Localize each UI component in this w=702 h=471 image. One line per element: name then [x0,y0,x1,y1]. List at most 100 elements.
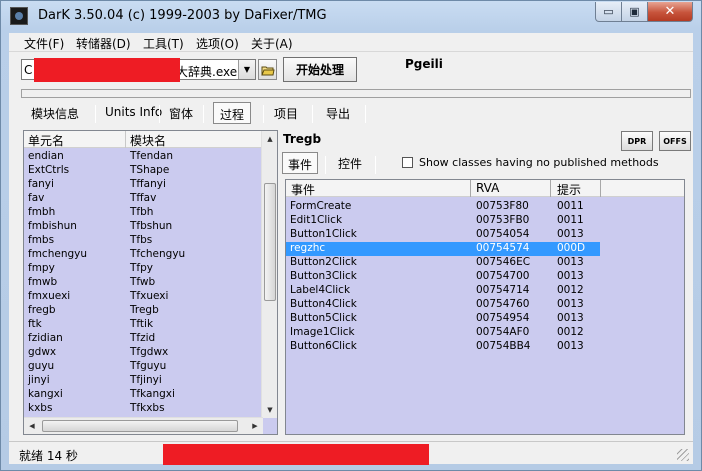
list-item[interactable]: fzidian Tfzid [24,332,263,346]
list-item[interactable]: guyu Tfguyu [24,360,263,374]
maximize-button[interactable]: ▣ [622,2,648,22]
column-divider [600,180,601,197]
scroll-thumb[interactable] [264,183,276,301]
app-window: DarK 3.50.04 (c) 1999-2003 by DaFixer/TM… [0,0,702,471]
unit-name: fmbishun [28,220,77,232]
list-item[interactable]: fmpy Tfpy [24,262,263,276]
table-row[interactable]: Image1Click 00754AF0 0012 [286,326,684,340]
close-button[interactable]: ✕ [648,2,693,22]
scroll-down-icon[interactable]: ▼ [262,402,277,418]
vertical-scrollbar[interactable]: ▲ ▼ [261,131,277,418]
unit-name: fav [28,192,45,204]
list-item[interactable]: fanyi Tffanyi [24,178,263,192]
list-item[interactable]: fmwb Tfwb [24,276,263,290]
folder-icon [260,66,275,75]
tab-divider [312,105,313,123]
column-header-rva[interactable]: RVA [476,181,499,195]
title-bar[interactable]: DarK 3.50.04 (c) 1999-2003 by DaFixer/TM… [1,1,701,31]
list-item[interactable]: fmchengyu Tfchengyu [24,248,263,262]
start-process-button[interactable]: 开始处理 [283,57,357,82]
table-row[interactable]: Button6Click 00754BB4 0013 [286,340,684,354]
table-row[interactable]: Label4Click 00754714 0012 [286,284,684,298]
table-row[interactable]: Edit1Click 00753FB0 0011 [286,214,684,228]
event-list[interactable]: 事件 RVA 提示 FormCreate 00753F80 0011 Edit1Cli… [285,179,685,435]
event-list-header: 事件 RVA 提示 [286,180,684,198]
offs-button[interactable]: OFFS [659,131,691,151]
menu-file[interactable]: 文件(F) [24,35,64,52]
unit-name: endian [28,150,64,162]
checkbox-box[interactable] [402,157,413,168]
list-item[interactable]: kxbs Tfkxbs [24,402,263,416]
open-file-button[interactable] [258,59,277,80]
tab-project[interactable]: 项目 [268,102,304,124]
rva-value: 00754954 [476,312,530,324]
list-item[interactable]: ExtCtrls TShape [24,164,263,178]
tab-exports[interactable]: 导出 [320,102,356,124]
list-item[interactable]: fmxuexi Tfxuexi [24,290,263,304]
list-item[interactable]: jinyi Tfjinyi [24,374,263,388]
list-item[interactable]: fmbs Tfbs [24,234,263,248]
hint-value: 0012 [557,326,584,338]
minimize-button[interactable]: ▭ [595,2,622,22]
close-icon: ✕ [664,4,676,19]
caption-buttons: ▭ ▣ ✕ [595,2,693,22]
hint-value: 0012 [557,284,584,296]
table-row[interactable]: Button3Click 00754700 0013 [286,270,684,284]
selection-highlight [286,242,600,256]
client-area: C 大辞典.exe ▼ 开始处理 Pgeili 模块信息 Units Info … [9,52,693,465]
table-row[interactable]: regzhc 00754574 000D [286,242,684,256]
hscroll-thumb[interactable] [42,420,238,432]
show-classes-checkbox[interactable]: Show classes having no published methods [402,156,659,169]
module-name: TShape [130,164,170,176]
column-divider [470,180,471,197]
tab-forms[interactable]: 窗体 [163,102,199,124]
list-item[interactable]: kangxi Tfkangxi [24,388,263,402]
chevron-down-icon[interactable]: ▼ [238,60,255,79]
menu-about[interactable]: 关于(A) [251,35,293,52]
subtab-events[interactable]: 事件 [282,152,319,174]
column-header-hint[interactable]: 提示 [557,181,581,198]
scroll-right-icon[interactable]: ▶ [247,418,263,434]
list-item[interactable]: fav Tffav [24,192,263,206]
list-item[interactable]: fmbh Tfbh [24,206,263,220]
unit-name: fmpy [28,262,55,274]
event-name: Edit1Click [290,214,343,226]
menu-dumper[interactable]: 转储器(D) [76,35,131,52]
horizontal-scrollbar[interactable]: ◀ ▶ [24,417,263,434]
hint-value: 0011 [557,200,584,212]
rva-value: 00753F80 [476,200,529,212]
rva-value: 00753FB0 [476,214,530,226]
table-row[interactable]: Button2Click 007546EC 0013 [286,256,684,270]
file-combo[interactable]: C 大辞典.exe ▼ [21,58,256,82]
file-path-suffix: 大辞典.exe [176,65,238,79]
list-item[interactable]: fmbishun Tfbshun [24,220,263,234]
scroll-left-icon[interactable]: ◀ [24,418,40,434]
list-item[interactable]: endian Tfendan [24,150,263,164]
tab-divider [375,156,376,174]
subtab-controls[interactable]: 控件 [333,152,367,174]
module-name: Tfwb [130,276,156,288]
column-header-event[interactable]: 事件 [291,181,315,198]
module-name: Tfbshun [130,220,173,232]
menu-options[interactable]: 选项(O) [196,35,239,52]
tab-units-info[interactable]: Units Info [99,102,168,124]
dpr-button[interactable]: DPR [621,131,653,151]
resize-grip-icon[interactable] [677,449,689,461]
menu-tools[interactable]: 工具(T) [143,35,184,52]
list-item[interactable]: ftk Tftik [24,318,263,332]
column-header-unit[interactable]: 单元名 [28,132,64,149]
tab-procedures[interactable]: 过程 [213,102,252,124]
list-item[interactable]: gdwx Tfgdwx [24,346,263,360]
tab-module-info[interactable]: 模块信息 [25,102,85,124]
scroll-up-icon[interactable]: ▲ [262,131,277,147]
table-row[interactable]: Button5Click 00754954 0013 [286,312,684,326]
unit-name: fmbh [28,206,56,218]
unit-name: fmbs [28,234,55,246]
unit-list[interactable]: 单元名 模块名 endian Tfendan ExtCtrls TShape fanyi… [23,130,278,435]
rva-value: 00754054 [476,228,530,240]
list-item[interactable]: fregb Tregb [24,304,263,318]
table-row[interactable]: FormCreate 00753F80 0011 [286,200,684,214]
table-row[interactable]: Button4Click 00754760 0013 [286,298,684,312]
table-row[interactable]: Button1Click 00754054 0013 [286,228,684,242]
column-header-module[interactable]: 模块名 [130,132,166,149]
